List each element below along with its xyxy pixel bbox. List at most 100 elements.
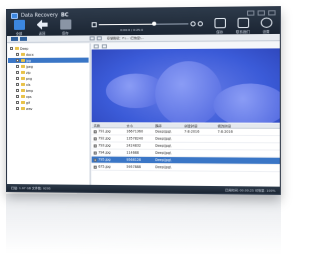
file-name-cell: 675.jpg xyxy=(92,165,125,169)
file-table: 名称 大小 路径 创建时间 修改时间 791.jpg 16671360 Deep\j… xyxy=(91,123,281,188)
file-path-cell: Deep\jpg\ xyxy=(155,129,172,134)
folder-icon xyxy=(20,94,25,98)
back-icon xyxy=(37,20,48,30)
settings-button[interactable]: 设置 xyxy=(257,17,276,34)
save-button[interactable]: 保存 xyxy=(57,19,73,36)
tree-item[interactable]: docx xyxy=(8,52,89,57)
tree-item[interactable]: bmp xyxy=(8,88,89,93)
preview-shape xyxy=(155,61,222,123)
tree-item[interactable]: png xyxy=(8,76,89,81)
file-created-cell: 7-8-2016 xyxy=(184,129,200,134)
file-path-cell: Deep\jpg\ xyxy=(155,143,172,148)
nav-back-icon[interactable] xyxy=(89,36,95,41)
file-path-cell: Deep\jpg\ xyxy=(155,136,172,141)
file-path-cell: Deep\jpg\ xyxy=(155,157,172,163)
tree-item[interactable]: zip xyxy=(8,70,89,75)
close-icon[interactable] xyxy=(268,10,276,16)
folder-icon xyxy=(20,70,25,74)
checkbox[interactable] xyxy=(15,94,19,98)
folder-tree: Deep docx jpg jpeg zip png xls bmp xps gif wav xyxy=(7,43,91,186)
checkbox[interactable] xyxy=(15,76,19,80)
tree-item-label: png xyxy=(25,76,33,81)
column-name[interactable]: 名称 xyxy=(92,123,125,128)
preview-shape xyxy=(213,83,281,123)
toolbar-left-buttons: 全部 返回 保存 xyxy=(11,19,73,36)
checkbox[interactable] xyxy=(15,82,19,86)
seek-slider[interactable] xyxy=(98,21,189,26)
checkbox[interactable] xyxy=(15,88,19,92)
file-name: 792.jpg xyxy=(98,136,111,141)
all-button[interactable]: 全部 xyxy=(11,19,27,36)
table-body: 791.jpg 16671360 Deep\jpg\ 7-8-2016 7-8-2016… xyxy=(91,128,281,173)
seek-thumb[interactable] xyxy=(152,21,157,26)
tree-item[interactable]: wav xyxy=(8,106,89,111)
file-modified-cell: 7-8-2016 xyxy=(217,129,233,134)
checkbox[interactable] xyxy=(93,165,97,169)
file-name: 675.jpg xyxy=(98,164,111,169)
nav-forward-icon[interactable] xyxy=(96,36,102,41)
maximize-icon[interactable] xyxy=(257,10,265,16)
column-modified[interactable]: 修改时间 xyxy=(215,124,268,128)
file-name-cell: 793.jpg xyxy=(92,143,125,148)
path-bar: 存储路径：F:\... \已恢复\... xyxy=(89,35,145,41)
file-size-cell: 5957888 xyxy=(126,164,141,170)
checkbox[interactable] xyxy=(15,58,19,62)
checkbox[interactable] xyxy=(15,64,19,68)
contact-button[interactable]: 联系我们 xyxy=(233,17,252,35)
stop-circle-icon[interactable] xyxy=(197,20,203,26)
play-circle-icon[interactable] xyxy=(190,20,196,26)
checkbox[interactable] xyxy=(93,158,97,162)
tree-toolbar xyxy=(10,36,28,41)
folder-icon xyxy=(20,88,25,92)
checkbox[interactable] xyxy=(15,107,19,111)
tree-item[interactable]: jpg xyxy=(7,57,89,63)
list-view-icon[interactable] xyxy=(19,36,28,41)
checkbox[interactable] xyxy=(9,46,13,50)
status-left: 扫描: 1.97 GB 文件数: 9295 xyxy=(10,185,51,190)
minimize-icon[interactable] xyxy=(247,10,255,16)
checkbox[interactable] xyxy=(93,129,97,133)
file-size-cell: 13578240 xyxy=(126,136,144,141)
back-button[interactable]: 返回 xyxy=(34,20,50,36)
folder-icon xyxy=(20,107,25,111)
folder-icon xyxy=(20,82,25,86)
save-right-button[interactable]: 保存 xyxy=(210,17,229,35)
zoom-in-icon[interactable] xyxy=(93,44,99,49)
mail-icon xyxy=(237,17,249,29)
checkbox[interactable] xyxy=(15,70,19,74)
table-row[interactable]: 675.jpg 5957888 Deep\jpg\ xyxy=(91,163,281,173)
seek-progress xyxy=(98,23,155,25)
checkbox[interactable] xyxy=(93,143,97,147)
tree-item[interactable]: xls xyxy=(8,82,89,87)
tree-item-label: gif xyxy=(25,100,31,105)
zoom-out-icon[interactable] xyxy=(101,44,107,49)
tree-item[interactable]: xps xyxy=(8,94,89,99)
column-size[interactable]: 大小 xyxy=(124,123,153,127)
checkbox[interactable] xyxy=(15,52,19,56)
app-logo-icon xyxy=(10,12,18,19)
player-controls xyxy=(91,20,203,27)
file-name: 791.jpg xyxy=(98,129,111,134)
tree-item[interactable]: gif xyxy=(8,100,89,105)
checkbox[interactable] xyxy=(15,101,19,105)
tree-item-label: docx xyxy=(25,52,34,57)
play-icon[interactable] xyxy=(91,21,97,27)
path-text: 存储路径：F:\... \已恢复\... xyxy=(106,35,145,41)
tree-item-label: xps xyxy=(25,94,32,99)
tree-item[interactable]: Deep xyxy=(8,45,89,51)
folder-icon xyxy=(20,76,25,80)
checkbox[interactable] xyxy=(93,136,97,140)
app-title: Data Recovery xyxy=(20,12,58,19)
folder-icon xyxy=(20,64,25,68)
column-created[interactable]: 创建时间 xyxy=(182,123,215,127)
tree-view-icon[interactable] xyxy=(10,36,18,41)
file-size-cell: 9568128 xyxy=(126,157,141,162)
window-reflection xyxy=(6,193,281,255)
player-time: 0:00:0 / 0:25:0 xyxy=(120,27,144,33)
tree-item-label: jpeg xyxy=(25,64,33,69)
drive-icon xyxy=(13,19,25,30)
checkbox[interactable] xyxy=(93,151,97,155)
column-path[interactable]: 路径 xyxy=(153,123,182,127)
tree-item[interactable]: jpeg xyxy=(8,64,89,69)
file-path-cell: Deep\jpg\ xyxy=(155,165,172,170)
